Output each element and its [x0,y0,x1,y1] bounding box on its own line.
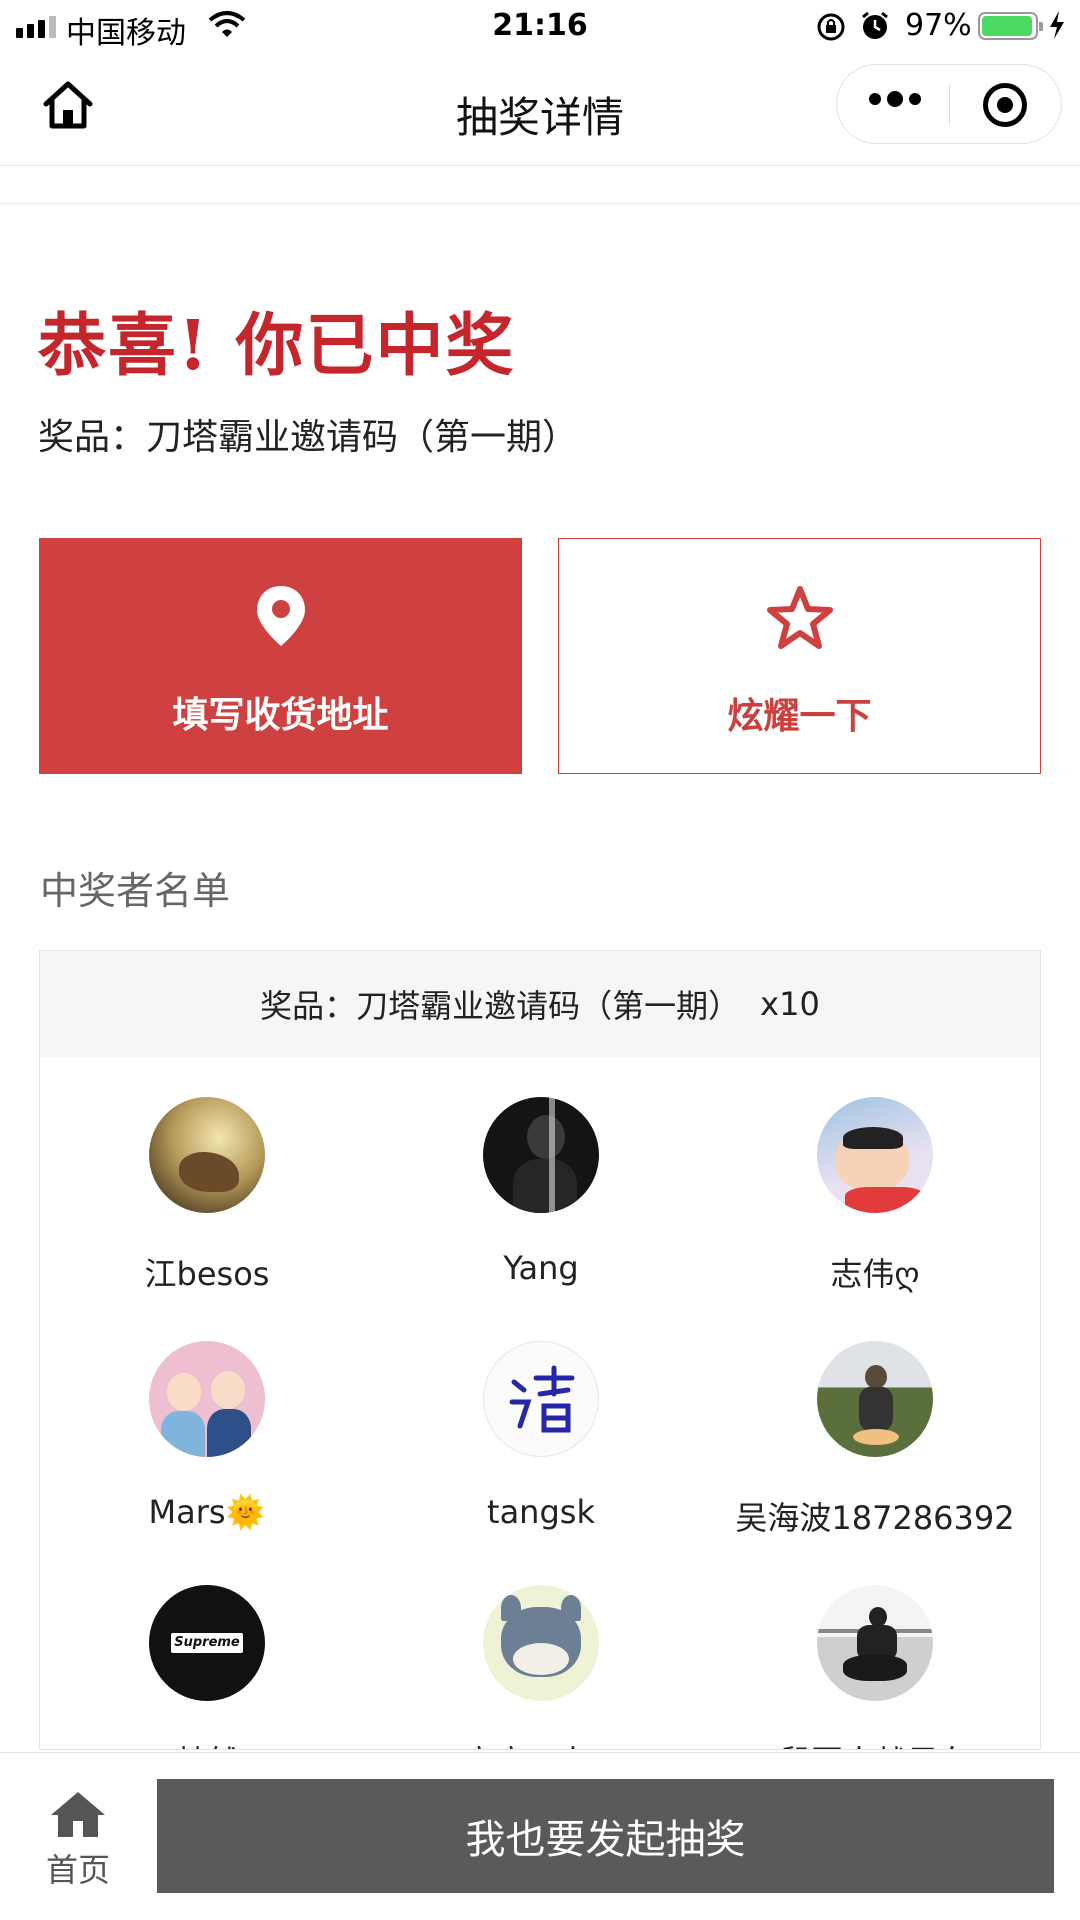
winner-name: Yang [503,1249,579,1287]
winner-name: tangsk [487,1493,595,1531]
close-mini-program-icon[interactable] [983,83,1027,127]
winner-name: 梦然 [40,1737,374,1749]
capsule-divider [949,85,950,125]
winning-headline: 恭喜! 你已中奖 [38,306,516,386]
winners-quantity: x10 [760,985,820,1023]
winner-item: 江besos [40,1097,374,1341]
winner-name: 江besos [144,1255,270,1293]
avatar: Supreme [149,1585,265,1701]
winners-section-title: 中奖者名单 [40,869,231,913]
home-tab-label: 首页 [45,1851,110,1889]
show-off-button[interactable]: 炫耀一下 [558,538,1041,774]
avatar [483,1585,599,1701]
avatar [817,1097,933,1213]
battery-percent: 97% [905,8,972,43]
winner-item: Mars🌞 [40,1341,374,1585]
winner-name: 鼠哥大战风车 [708,1737,1040,1749]
start-lottery-button[interactable]: 我也要发起抽奖 [157,1779,1054,1893]
home-icon [51,1792,105,1837]
location-pin-icon [256,586,305,646]
alarm-icon [860,10,890,50]
avatar [149,1097,265,1213]
prize-text: 奖品：刀塔霸业邀请码（第一期） [38,417,579,458]
winner-item: 志伟ღ [708,1097,1040,1341]
avatar [817,1341,933,1457]
charging-icon [1048,10,1066,48]
winner-item: 吴海波187286392 [708,1341,1040,1585]
more-options-icon[interactable] [869,91,921,107]
divider [0,203,1080,204]
winner-item: 鼠哥大战风车 [708,1585,1040,1749]
bottom-bar: 首页 我也要发起抽奖 [0,1752,1080,1920]
show-off-label: 炫耀一下 [727,696,872,737]
supreme-logo: Supreme [171,1633,243,1653]
winner-name: 瘪瘪一中三 [374,1737,708,1749]
avatar [483,1341,599,1457]
winners-header: 奖品：刀塔霸业邀请码（第一期） x10 [40,951,1040,1057]
rotation-lock-icon [816,12,846,50]
fill-address-label: 填写收货地址 [172,695,389,736]
winner-name: Mars🌞 [148,1493,266,1531]
avatar [149,1341,265,1457]
battery-icon [978,12,1043,40]
home-tab[interactable]: 首页 [30,1789,126,1891]
status-bar: 中国移动 21:16 97% [0,0,1080,54]
winners-prize: 奖品：刀塔霸业邀请码（第一期） [260,987,741,1025]
winner-name: 吴海波187286392 [735,1499,1015,1537]
winner-item: 瘪瘪一中三 [374,1585,708,1749]
winner-name: 志伟ღ [830,1255,920,1293]
winner-item: tangsk [374,1341,708,1585]
mini-program-capsule [836,64,1062,144]
winners-list: 奖品：刀塔霸业邀请码（第一期） x10 江besos Yang 志伟ღ Mars… [39,950,1041,1750]
winner-item: Yang [374,1097,708,1341]
winner-item: Supreme 梦然 [40,1585,374,1749]
nav-bar: 抽奖详情 [0,54,1080,166]
avatar [817,1585,933,1701]
avatar [483,1097,599,1213]
fill-address-button[interactable]: 填写收货地址 [39,538,522,774]
star-icon [766,586,833,649]
